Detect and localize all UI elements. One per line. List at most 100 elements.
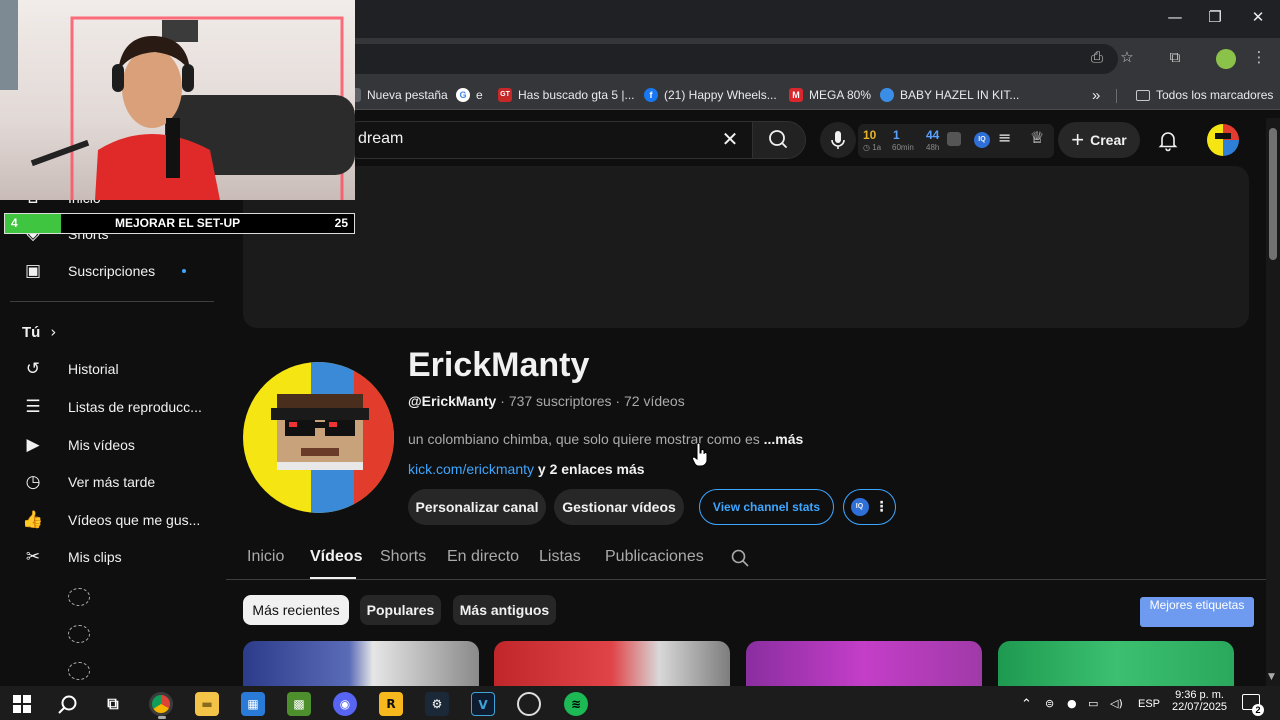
channel-description[interactable]: un colombiano chimba, que solo quiere mo… (408, 431, 803, 447)
tab-publicaciones[interactable]: Publicaciones (605, 548, 704, 566)
profile-avatar-icon[interactable] (1216, 49, 1236, 69)
bookmark-nueva-pestana[interactable]: Nueva pestaña (347, 86, 448, 104)
kick-link[interactable]: kick.com/erickmanty (408, 461, 534, 477)
bookmark-label: Nueva pestaña (367, 88, 448, 102)
loading-placeholder (68, 588, 90, 606)
search-button[interactable] (752, 121, 806, 159)
sidebar-item-mis-videos[interactable]: ▶ Mis vídeos (22, 427, 134, 463)
close-window-button[interactable]: ✕ (1246, 8, 1270, 30)
create-button[interactable]: + Crear (1058, 122, 1140, 158)
tray-network-icon[interactable]: ▭ (1088, 697, 1098, 710)
tab-inicio[interactable]: Inicio (247, 548, 284, 566)
bookmark-gta[interactable]: GT Has buscado gta 5 |... (498, 86, 635, 104)
channel-avatar[interactable] (243, 362, 394, 513)
tab-videos[interactable]: Vídeos (310, 548, 362, 566)
minimize-button[interactable]: — (1163, 8, 1187, 30)
menu-lines-icon[interactable]: ≡ (998, 128, 1011, 147)
task-view-icon[interactable]: ⧉ (101, 692, 125, 716)
bookmark-baby-hazel[interactable]: BABY HAZEL IN KIT... (880, 86, 1019, 104)
goal-progress-bar: 4 MEJORAR EL SET-UP 25 (4, 213, 355, 234)
scroll-down-arrow-icon[interactable]: ▼ (1268, 672, 1275, 682)
search-query-text[interactable]: dream (358, 130, 403, 148)
sidebar-item-suscripciones[interactable]: ▣ Suscripciones (22, 253, 155, 289)
minecraft-icon[interactable]: ▩ (287, 692, 311, 716)
mega-icon: M (789, 88, 803, 102)
watch-later-icon: ◷ (25, 472, 41, 492)
vidiq-icon: IQ (850, 498, 869, 516)
search-taskbar-icon[interactable] (57, 694, 79, 716)
sidebar-item-listas[interactable]: ☰ Listas de reproducc... (22, 389, 201, 425)
chip-mas-antiguos[interactable]: Más antiguos (453, 595, 556, 625)
install-app-icon[interactable]: ⎙ (1086, 48, 1108, 70)
sidebar-item-label: Ver más tarde (68, 474, 156, 490)
bookmark-label: MEGA 80% (809, 88, 872, 102)
best-tags-button[interactable]: Mejores etiquetas (1140, 597, 1254, 627)
all-bookmarks-button[interactable]: Todos los marcadores (1136, 86, 1273, 104)
chrome-taskbar-icon[interactable] (149, 692, 173, 716)
bookmark-google[interactable]: G e (456, 86, 483, 104)
tray-mic-icon[interactable]: ● (1067, 697, 1077, 710)
chip-mas-recientes[interactable]: Más recientes (243, 595, 349, 625)
manage-videos-button[interactable]: Gestionar vídeos (554, 489, 684, 525)
tray-language[interactable]: ESP (1138, 698, 1160, 710)
bookmark-mega[interactable]: M MEGA 80% (789, 86, 871, 104)
bookmark-star-icon[interactable]: ☆ (1116, 48, 1138, 70)
browser-menu-icon[interactable]: ⋮ (1248, 48, 1270, 70)
account-avatar[interactable] (1207, 124, 1239, 156)
discord-icon[interactable]: ◉ (333, 692, 357, 716)
sidebar-you-header[interactable]: Tú › (22, 323, 56, 341)
windows-start-icon[interactable] (13, 695, 31, 713)
bookmark-label: (21) Happy Wheels... (664, 88, 777, 102)
channel-meta: @ErickManty · 737 suscriptores · 72 víde… (408, 393, 685, 409)
view-channel-stats-button[interactable]: View channel stats (699, 489, 834, 525)
goal-current-value: 4 (11, 216, 18, 230)
channel-search-icon[interactable] (730, 548, 750, 568)
chip-populares[interactable]: Populares (360, 595, 441, 625)
webcam-overlay (0, 0, 355, 200)
video-thumbnail[interactable] (746, 641, 982, 687)
tab-listas[interactable]: Listas (539, 548, 581, 566)
spotify-icon[interactable]: ≋ (564, 692, 588, 716)
bookmarks-overflow-button[interactable]: » (1092, 86, 1100, 104)
vidiq-icon[interactable]: IQ (974, 132, 990, 148)
tray-meet-icon[interactable]: ⊜ (1045, 697, 1054, 710)
active-app-indicator (158, 716, 166, 719)
video-thumbnail[interactable] (998, 641, 1234, 687)
clear-search-icon[interactable]: ✕ (718, 127, 742, 151)
video-thumbnail[interactable] (243, 641, 479, 687)
customize-channel-button[interactable]: Personalizar canal (408, 489, 546, 525)
address-bar[interactable] (340, 44, 1118, 74)
tray-volume-icon[interactable]: ◁) (1110, 697, 1123, 710)
sidebar-item-label: Mis clips (68, 549, 122, 565)
extensions-icon[interactable]: ⧉ (1164, 48, 1186, 70)
vidiq-channel-menu-button[interactable]: IQ ⋮ (843, 489, 896, 525)
file-explorer-icon[interactable]: ▬ (195, 692, 219, 716)
rockstar-icon[interactable]: R (379, 692, 403, 716)
channel-name: ErickManty (408, 346, 590, 384)
tray-chevron-up-icon[interactable]: ⌃ (1021, 697, 1032, 712)
tray-clock[interactable]: 9:36 p. m. 22/07/2025 (1172, 689, 1227, 713)
more-links-text[interactable]: y 2 enlaces más (538, 461, 645, 477)
vegas-icon[interactable]: V (471, 692, 495, 716)
trophy-icon[interactable]: ♕ (1030, 128, 1044, 147)
scrollbar-thumb[interactable] (1269, 128, 1277, 260)
channel-links[interactable]: kick.com/erickmanty y 2 enlaces más (408, 461, 645, 477)
sidebar-divider (10, 301, 214, 302)
notifications-button[interactable] (1156, 128, 1180, 157)
bookmark-happy-wheels[interactable]: f (21) Happy Wheels... (644, 86, 777, 104)
voice-search-button[interactable] (820, 122, 856, 158)
sidebar-item-historial[interactable]: ↺ Historial (22, 351, 119, 387)
sidebar-item-videos-me-gustan[interactable]: 👍 Vídeos que me gus... (22, 502, 200, 538)
clips-icon: ✂ (25, 547, 41, 567)
maximize-button[interactable]: ❐ (1203, 8, 1227, 30)
video-thumbnail[interactable] (494, 641, 730, 687)
chart-icon[interactable] (947, 132, 961, 146)
description-more-link[interactable]: ...más (764, 431, 804, 447)
tab-en-directo[interactable]: En directo (447, 548, 519, 566)
steam-icon[interactable]: ⚙ (425, 692, 449, 716)
sidebar-item-mis-clips[interactable]: ✂ Mis clips (22, 539, 122, 575)
obs-icon[interactable] (517, 692, 541, 716)
tab-shorts[interactable]: Shorts (380, 548, 426, 566)
sidebar-item-ver-mas-tarde[interactable]: ◷ Ver más tarde (22, 464, 156, 500)
store-icon[interactable]: ▦ (241, 692, 265, 716)
